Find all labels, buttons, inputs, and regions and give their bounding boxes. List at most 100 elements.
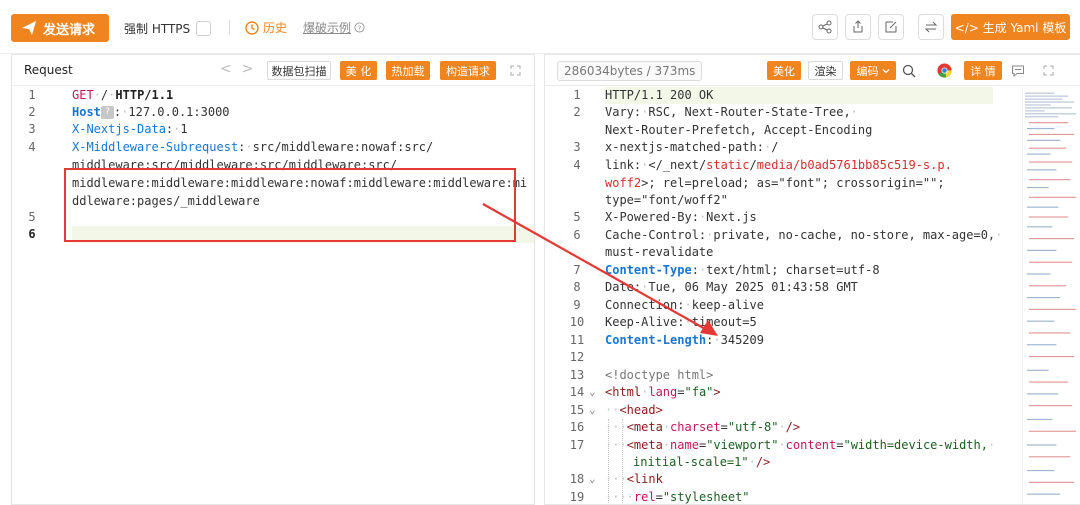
meta-viewport-wrap: initial-scale=1"·/> — [633, 455, 771, 469]
header-value: 1 — [180, 122, 188, 136]
fold-chevron-icon[interactable]: ⌄ — [589, 403, 596, 416]
header-key: X-Powered-By — [605, 210, 692, 224]
header-key: Date — [605, 280, 634, 294]
meta-charset-line: ···<meta·charset="utf-8"·/> — [605, 420, 801, 434]
header-value: timeout=5 — [691, 315, 757, 329]
beautify-button[interactable]: 美 化 — [340, 61, 377, 80]
force-https-label: 强制 HTTPS — [124, 22, 191, 36]
history-label: 历史 — [263, 21, 288, 35]
fold-chevron-icon[interactable]: ⌄ — [589, 385, 596, 398]
chrome-icon[interactable] — [937, 63, 952, 78]
header-value: RSC, Next-Router-State-Tree, — [648, 105, 851, 119]
header-key: Connection — [605, 298, 678, 312]
edit-icon[interactable] — [878, 14, 904, 40]
clock-icon — [245, 20, 259, 35]
header-value-wrap: woff2>; rel=preload; as="font"; crossori… — [605, 176, 945, 190]
send-request-button[interactable]: 发送请求 — [11, 14, 109, 42]
generate-yaml-button[interactable]: </> 生成 Yaml 模板 — [951, 14, 1070, 40]
swap-icon[interactable] — [918, 14, 944, 40]
header-matched-path: x-nextjs-matched-path:·/ — [605, 140, 779, 154]
response-panel-header: 286034bytes / 373ms 美化 渲染 编码 详 情 — [545, 55, 1080, 86]
header-value: Next.js — [706, 210, 757, 224]
html-attr: charset — [670, 420, 721, 434]
send-request-label: 发送请求 — [43, 22, 96, 38]
encode-dropdown[interactable]: 编码 — [850, 61, 896, 80]
search-icon[interactable] — [902, 64, 916, 78]
line-number: 5 — [28, 210, 36, 224]
line-number: 8 — [573, 280, 581, 294]
force-https-toggle[interactable]: 强制 HTTPS — [124, 20, 212, 37]
history-button[interactable]: 历史 — [245, 19, 287, 36]
html-tag: <head> — [619, 403, 663, 417]
header-value: /b0ad5761bb85c519-s.p. — [792, 158, 952, 172]
send-icon — [22, 21, 36, 35]
header-value: 345209 — [720, 333, 764, 347]
blast-example-label: 爆破示例 — [303, 21, 352, 35]
line-number: 10 — [569, 315, 585, 329]
help-icon[interactable]: ? — [100, 106, 114, 119]
header-link: link:·</_next/static/media/b0ad5761bb85c… — [605, 158, 952, 172]
line-number: 19 — [569, 490, 585, 504]
header-key: Content-Type — [605, 263, 692, 277]
html-attr-value: "utf-8" — [727, 420, 779, 434]
header-value: text/html; charset=utf-8 — [706, 263, 880, 277]
beautify-button[interactable]: 美化 — [767, 61, 801, 80]
header-value-wrap: must-revalidate — [605, 245, 714, 259]
indent-guide — [608, 419, 609, 504]
render-button[interactable]: 渲染 — [808, 61, 843, 80]
html-attr-value: "width=device-width, — [843, 438, 988, 452]
line-number: 4 — [28, 140, 36, 154]
header-value-wrap: type="font/woff2" — [605, 193, 728, 207]
header-key: X-Middleware-Subrequest — [72, 140, 239, 154]
link-tag-line: ···<link — [605, 472, 663, 486]
header-value: static — [706, 158, 750, 172]
line-number: 6 — [573, 228, 581, 242]
html-tag: > — [713, 385, 721, 399]
header-key: Content-Length — [605, 333, 707, 347]
request-panel: Request <> 数据包扫描 美 化 热加载 构造请求 1 GET·/·HT… — [11, 54, 535, 505]
details-button[interactable]: 详 情 — [964, 61, 1002, 80]
comment-icon[interactable] — [1011, 64, 1025, 78]
html-tag: /> — [785, 420, 801, 434]
expand-icon[interactable] — [510, 65, 521, 76]
build-request-button[interactable]: 构造请求 — [440, 61, 496, 80]
header-key: link — [605, 158, 634, 172]
request-editor[interactable]: 1 GET·/·HTTP/1.1 2 Host?:·127.0.0.1:3000… — [12, 87, 534, 504]
header-value: >; rel=preload; as="font"; crossorigin="… — [641, 176, 945, 190]
code-minimap[interactable] — [1022, 87, 1080, 505]
header-value: private, no-cache, no-store, max-age=0, — [713, 228, 996, 242]
header-content-length: Content-Length:·345209 — [605, 333, 764, 347]
expand-icon[interactable] — [1043, 65, 1054, 76]
html-attr: name — [670, 438, 699, 452]
request-title: Request — [24, 63, 73, 77]
html-attr-value: "stylesheet" — [662, 490, 750, 504]
export-icon[interactable] — [845, 14, 871, 40]
line-number: 9 — [573, 298, 581, 312]
help-icon: ? — [354, 22, 365, 33]
force-https-checkbox[interactable] — [196, 21, 212, 36]
header-value: </_next/ — [648, 158, 707, 172]
nav-arrows[interactable]: <> — [220, 61, 263, 77]
line-number: 11 — [569, 333, 585, 347]
share-icon[interactable] — [812, 14, 838, 40]
hotload-button[interactable]: 热加载 — [386, 61, 430, 80]
header-value: src/middleware:nowaf:src/ — [252, 140, 434, 154]
blast-example-link[interactable]: 爆破示例 ? — [303, 19, 365, 36]
header-value: woff2 — [605, 176, 642, 190]
line-number: 16 — [569, 420, 585, 434]
header-key: Vary — [605, 105, 634, 119]
html-attr: lang — [648, 385, 678, 399]
html-tag: <link — [626, 472, 663, 486]
line-number: 2 — [28, 105, 36, 119]
response-viewer[interactable]: 1 HTTP/1.1 200 OK 2 Vary:·RSC, Next-Rout… — [545, 87, 1080, 504]
status-line: HTTP/1.1 200 OK — [605, 88, 714, 102]
header-key: x-nextjs-matched-path — [605, 140, 757, 154]
line-number: 12 — [569, 350, 585, 364]
line-number: 3 — [28, 122, 36, 136]
line-number: 4 — [573, 158, 581, 172]
packet-scan-button[interactable]: 数据包扫描 — [267, 61, 331, 80]
header-vary: Vary:·RSC, Next-Router-State-Tree,· — [605, 105, 858, 119]
top-toolbar: 发送请求 强制 HTTPS 历史 爆破示例 ? </> 生成 Yaml 模板 — [0, 0, 1080, 54]
fold-chevron-icon[interactable]: ⌄ — [589, 472, 596, 485]
line-number: 1 — [28, 88, 36, 102]
